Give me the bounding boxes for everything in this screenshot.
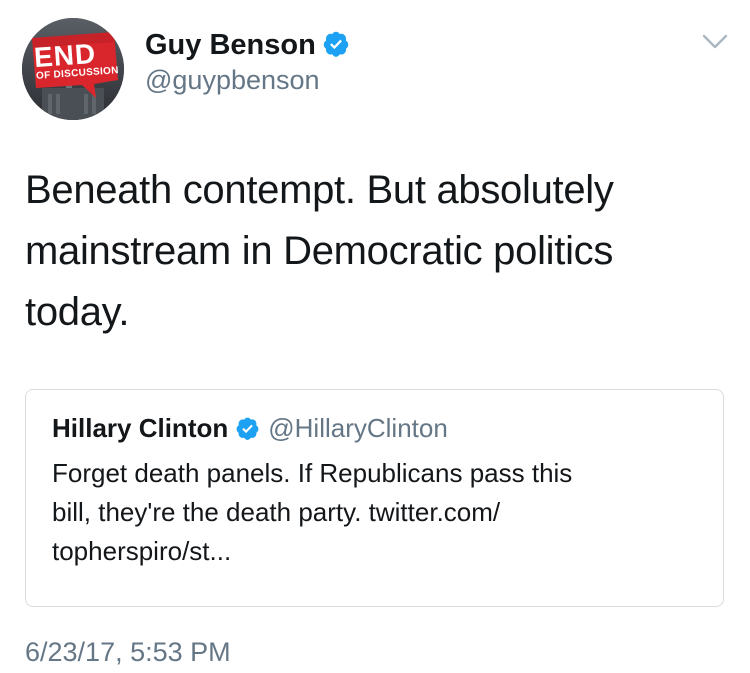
quoted-tweet-text: Forget death panels. If Republicans pass…: [52, 454, 702, 571]
quoted-tweet-card[interactable]: Hillary Clinton @HillaryClinton Forget de…: [25, 389, 724, 607]
author-display-name[interactable]: Guy Benson: [145, 29, 316, 61]
quoted-author-name: Hillary Clinton: [52, 413, 229, 443]
tweet-text-line: Beneath contempt. But absolutely: [25, 168, 614, 212]
tweet-text: Beneath contempt. But absolutely mainstr…: [25, 160, 725, 343]
quoted-author-handle: @HillaryClinton: [268, 413, 448, 443]
avatar[interactable]: END OF DISCUSSION: [22, 18, 124, 120]
quoted-tweet-text-line: Forget death panels. If Republicans pass…: [52, 458, 573, 488]
tweet-text-line: today.: [25, 290, 130, 334]
tweet-text-line: mainstream in Democratic politics: [25, 229, 614, 273]
verified-badge-icon: [322, 30, 350, 66]
author-handle[interactable]: @guypbenson: [145, 64, 320, 96]
tweet[interactable]: END OF DISCUSSION Guy Benson @guypbenson…: [0, 0, 750, 673]
author-name-row[interactable]: Guy Benson: [145, 28, 350, 66]
verified-badge-icon: [235, 416, 260, 448]
tweet-timestamp[interactable]: 6/23/17, 5:53 PM: [25, 636, 231, 668]
quoted-tweet-header: Hillary Clinton @HillaryClinton: [52, 412, 448, 448]
chevron-down-icon[interactable]: [700, 30, 730, 54]
quoted-tweet-text-line: topherspiro/st...: [52, 536, 232, 566]
quoted-tweet-text-line: bill, they're the death party. twitter.c…: [52, 497, 501, 527]
